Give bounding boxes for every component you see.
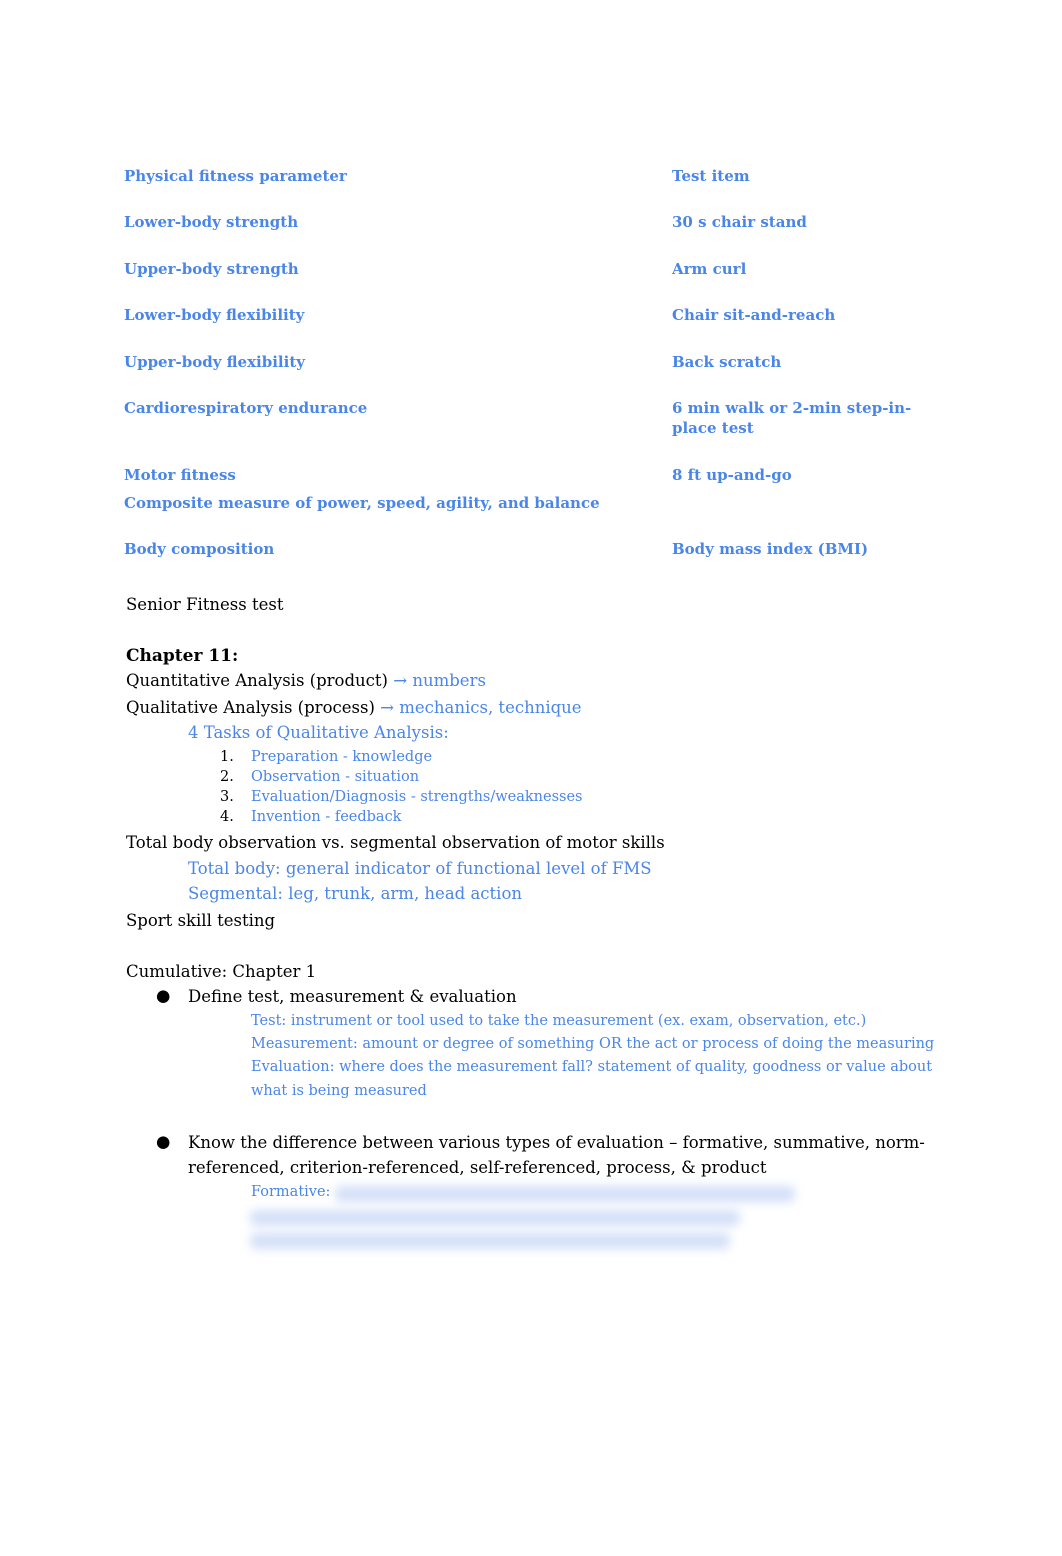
list-item: Invention - feedback <box>251 809 402 825</box>
definition: Test: instrument or tool used to take th… <box>251 1013 867 1029</box>
tasks-title: 4 Tasks of Qualitative Analysis: <box>188 723 449 742</box>
table-cell: Upper-body flexibility <box>124 353 305 371</box>
list-number: 3. <box>220 789 234 805</box>
table-header-test-item: Test item <box>672 167 750 185</box>
quant-note: numbers <box>412 671 486 690</box>
bullet-icon: ● <box>156 986 171 1005</box>
table-cell: Lower-body flexibility <box>124 306 305 324</box>
list-item: Observation - situation <box>251 769 420 785</box>
bullet-text: Know the difference between various type… <box>188 1133 925 1152</box>
bullet-text: referenced, criterion-referenced, self-r… <box>188 1158 767 1177</box>
definition: Measurement: amount or degree of somethi… <box>251 1036 935 1052</box>
observation-line: Total body observation vs. segmental obs… <box>126 833 665 852</box>
qualitative-line: Qualitative Analysis (process) → mechani… <box>126 698 582 717</box>
table-cell: Lower-body strength <box>124 213 299 231</box>
arrow-icon: → <box>393 671 408 690</box>
table-cell: Body mass index (BMI) <box>672 540 869 558</box>
table-cell: Body composition <box>124 540 275 558</box>
caption: Senior Fitness test <box>126 595 284 614</box>
quantitative-line: Quantitative Analysis (product) → number… <box>126 671 486 690</box>
table-cell: 8 ft up-and-go <box>672 466 792 484</box>
list-number: 4. <box>220 809 234 825</box>
qual-note: mechanics, technique <box>399 698 582 717</box>
table-cell: place test <box>672 419 754 437</box>
blurred-content <box>335 1186 795 1202</box>
table-cell: Upper-body strength <box>124 260 299 278</box>
definition: Evaluation: where does the measurement f… <box>251 1059 933 1075</box>
list-number: 1. <box>220 749 234 765</box>
blurred-content <box>250 1210 740 1226</box>
table-cell: Arm curl <box>672 260 747 278</box>
segmental-line: Segmental: leg, trunk, arm, head action <box>188 884 523 903</box>
table-cell: Cardiorespiratory endurance <box>124 399 368 417</box>
list-item: Preparation - knowledge <box>251 749 433 765</box>
formative-label: Formative: <box>251 1184 331 1200</box>
document-page: Physical fitness parameter Test item Low… <box>0 0 1062 1556</box>
table-cell: Chair sit-and-reach <box>672 306 836 324</box>
arrow-icon: → <box>380 698 394 717</box>
definition: what is being measured <box>251 1083 427 1099</box>
chapter-title: Chapter 11: <box>126 646 239 666</box>
bullet-text: Define test, measurement & evaluation <box>188 987 517 1006</box>
table-header-parameter: Physical fitness parameter <box>124 167 347 185</box>
table-cell: 30 s chair stand <box>672 213 807 231</box>
table-cell: Motor fitness <box>124 466 236 484</box>
table-cell: Composite measure of power, speed, agili… <box>124 494 600 512</box>
qual-label: Qualitative Analysis (process) <box>126 698 375 717</box>
cumulative-title: Cumulative: Chapter 1 <box>126 962 317 981</box>
table-cell: 6 min walk or 2-min step-in- <box>672 399 912 417</box>
total-body-line: Total body: general indicator of functio… <box>188 859 652 878</box>
table-cell: Back scratch <box>672 353 782 371</box>
list-number: 2. <box>220 769 234 785</box>
blurred-content <box>250 1233 730 1249</box>
list-item: Evaluation/Diagnosis - strengths/weaknes… <box>251 789 583 805</box>
quant-label: Quantitative Analysis (product) <box>126 671 388 690</box>
bullet-icon: ● <box>156 1132 171 1151</box>
sport-skill-line: Sport skill testing <box>126 911 276 930</box>
